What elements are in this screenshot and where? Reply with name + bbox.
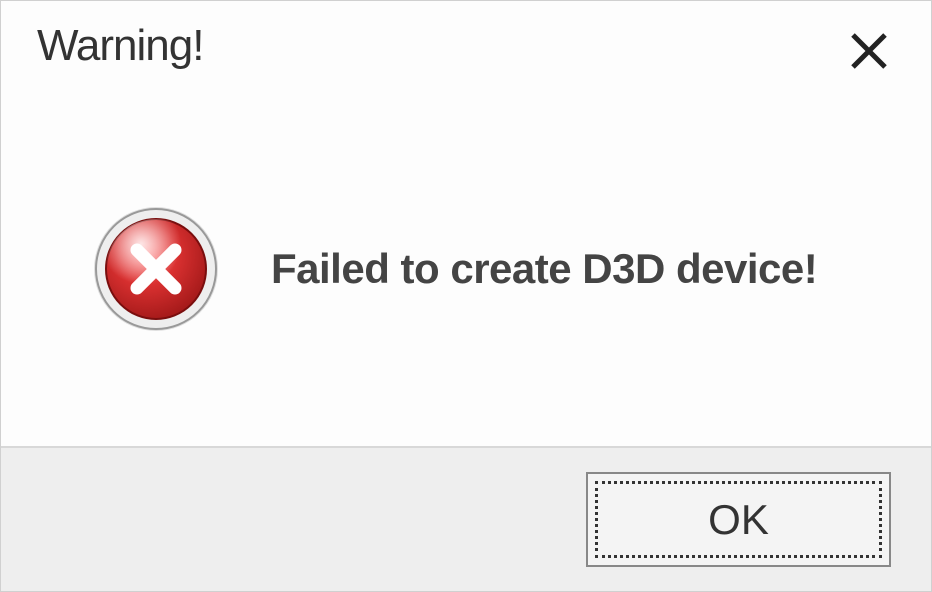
ok-button[interactable]: OK bbox=[586, 472, 891, 567]
ok-button-label: OK bbox=[708, 496, 769, 544]
error-icon bbox=[91, 204, 221, 334]
dialog-title: Warning! bbox=[37, 21, 203, 71]
dialog-footer: OK bbox=[1, 446, 931, 591]
warning-dialog: Warning! bbox=[0, 0, 932, 592]
titlebar: Warning! bbox=[1, 1, 931, 91]
error-message: Failed to create D3D device! bbox=[271, 245, 817, 293]
close-icon bbox=[847, 29, 891, 73]
close-button[interactable] bbox=[835, 21, 903, 90]
dialog-content: Failed to create D3D device! bbox=[1, 91, 931, 446]
